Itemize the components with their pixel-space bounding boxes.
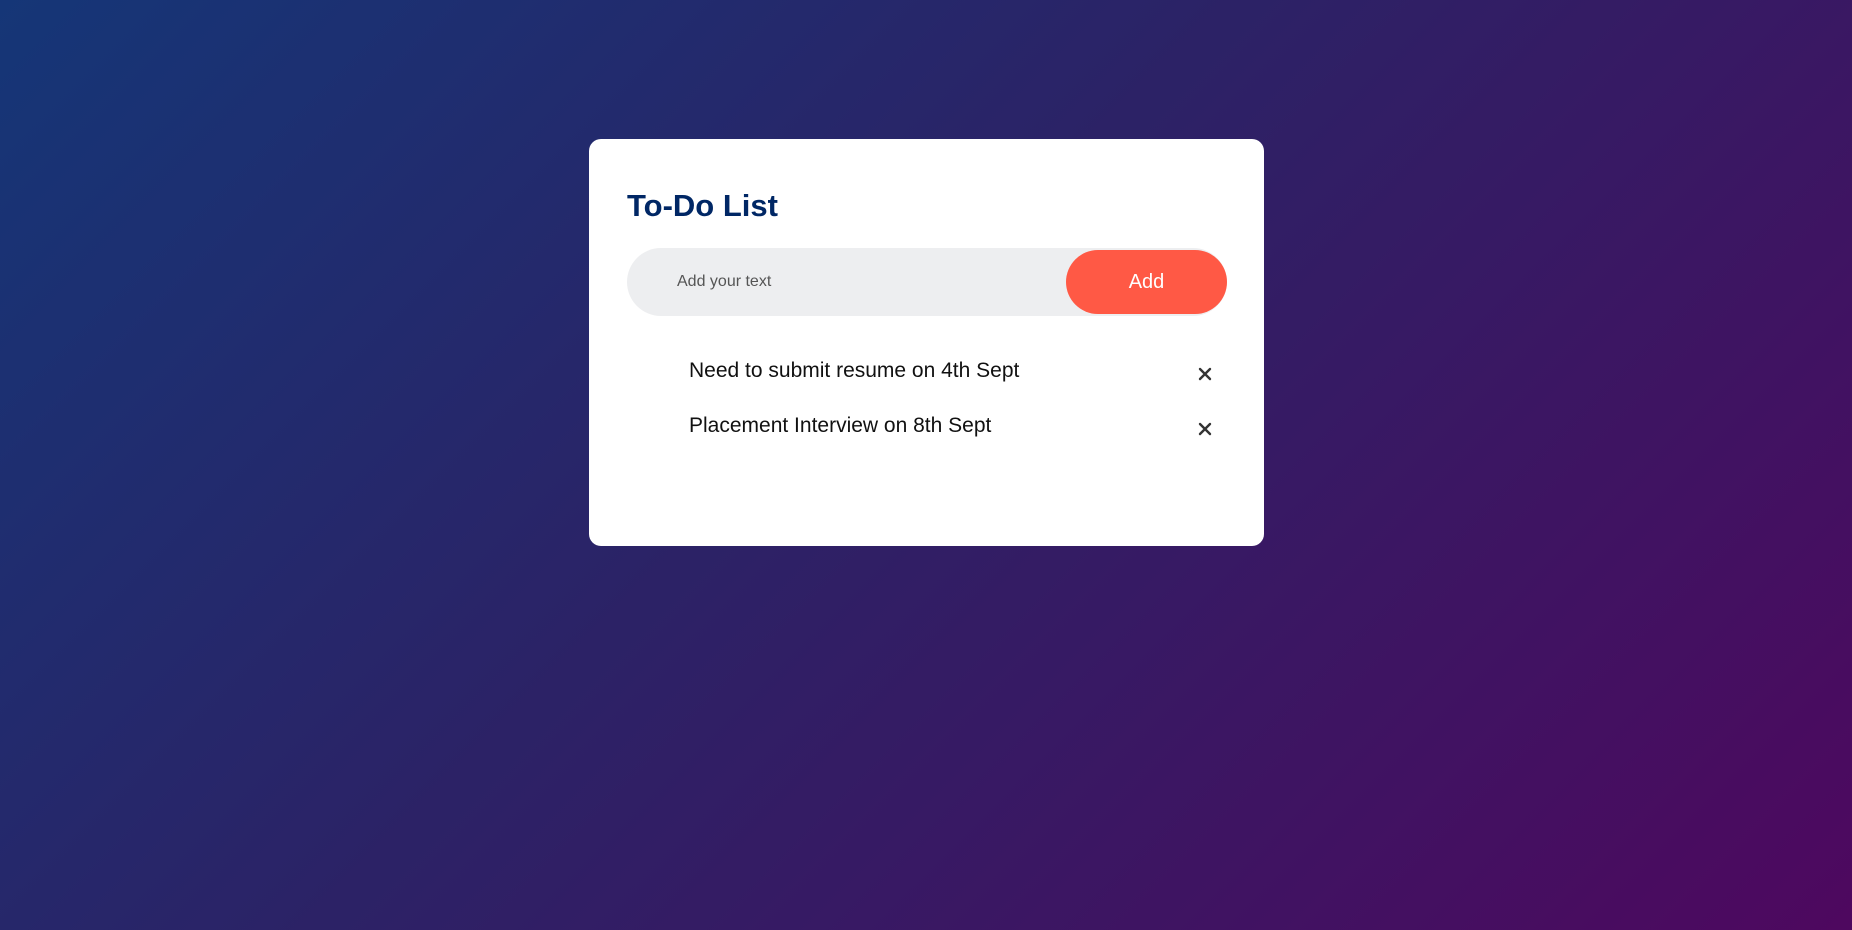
task-input[interactable] (627, 248, 1057, 316)
todo-card: To-Do List Add Need to submit resume on … (589, 139, 1264, 546)
list-item[interactable]: Placement Interview on 8th Sept (627, 411, 1227, 466)
task-text: Need to submit resume on 4th Sept (689, 359, 1020, 382)
list-item[interactable]: Need to submit resume on 4th Sept (627, 356, 1227, 411)
close-icon[interactable] (1193, 417, 1217, 441)
task-text: Placement Interview on 8th Sept (689, 414, 992, 437)
close-icon[interactable] (1193, 362, 1217, 386)
task-list: Need to submit resume on 4th Sept Placem… (627, 356, 1227, 466)
page-title: To-Do List (627, 188, 778, 223)
add-button[interactable]: Add (1066, 250, 1227, 314)
input-row: Add (627, 248, 1227, 316)
